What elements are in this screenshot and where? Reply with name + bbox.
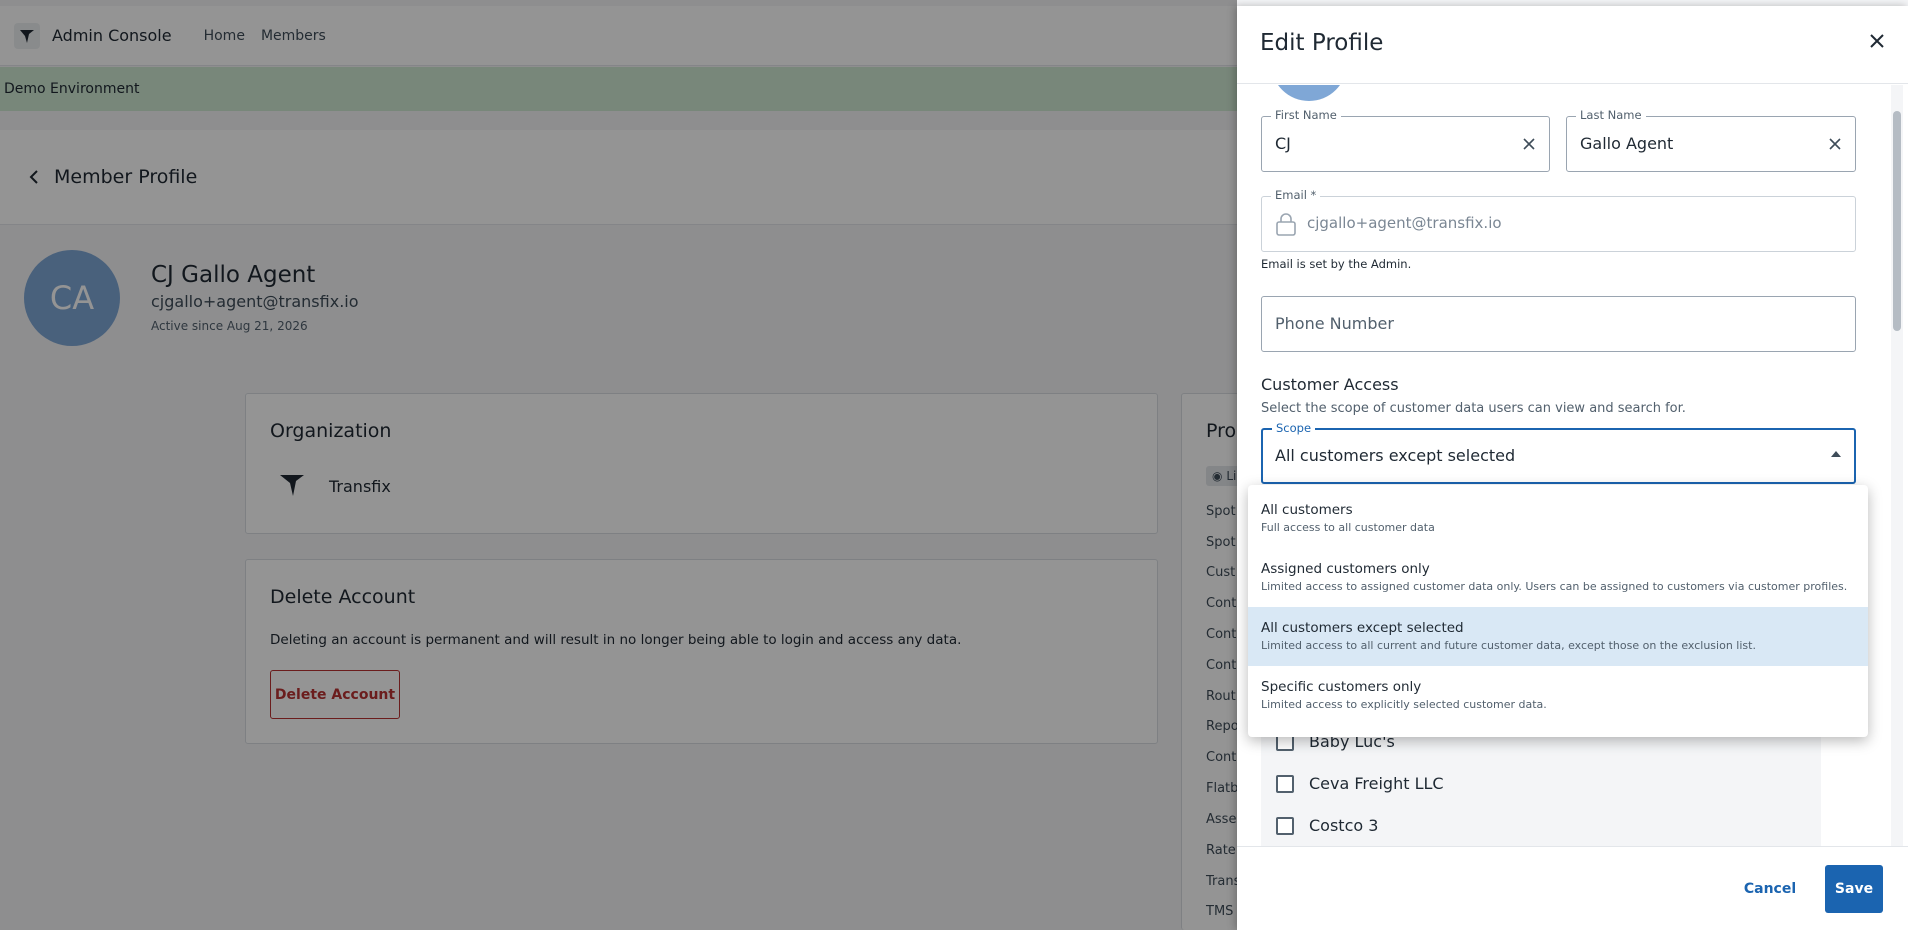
customer-label: Ceva Freight LLC (1309, 774, 1444, 793)
option-title: Assigned customers only (1261, 561, 1430, 577)
option-title: Specific customers only (1261, 679, 1422, 695)
scope-select[interactable]: Scope All customers except selected (1261, 421, 1856, 484)
customer-access-title: Customer Access (1261, 375, 1399, 394)
option-title: All customers except selected (1261, 620, 1464, 636)
scope-option-all-customers-except-selected[interactable]: All customers except selected Limited ac… (1248, 607, 1868, 666)
email-helper-text: Email is set by the Admin. (1261, 257, 1412, 271)
option-description: Limited access to all current and future… (1261, 639, 1756, 652)
close-button[interactable] (1864, 28, 1890, 54)
first-name-value[interactable]: CJ (1275, 134, 1291, 153)
customer-access-subtitle: Select the scope of customer data users … (1261, 401, 1686, 416)
drawer-header: Edit Profile (1237, 6, 1908, 84)
first-name-label: First Name (1271, 108, 1341, 122)
email-label: Email * (1271, 188, 1321, 202)
email-field: Email * cjgallo+agent@transfix.io (1261, 188, 1856, 252)
scope-dropdown-menu: All customers Full access to all custome… (1248, 485, 1868, 737)
list-item[interactable]: Ceva Freight LLC (1276, 774, 1444, 793)
modal-backdrop[interactable] (0, 0, 1237, 930)
first-name-field[interactable]: First Name CJ (1261, 108, 1550, 172)
close-icon (1870, 34, 1884, 48)
option-description: Limited access to assigned customer data… (1261, 580, 1848, 593)
lock-icon (1276, 213, 1296, 236)
customer-label: Costco 3 (1309, 816, 1379, 835)
cancel-button[interactable]: Cancel (1737, 871, 1803, 907)
customer-checkbox[interactable] (1276, 774, 1294, 793)
list-item[interactable]: Costco 3 (1276, 816, 1378, 835)
option-description: Limited access to explicitly selected cu… (1261, 698, 1547, 711)
clear-icon[interactable] (1517, 132, 1541, 156)
drawer-title: Edit Profile (1260, 30, 1384, 56)
last-name-value[interactable]: Gallo Agent (1580, 134, 1673, 153)
scope-option-assigned-customers-only[interactable]: Assigned customers only Limited access t… (1248, 548, 1868, 607)
scope-label: Scope (1272, 421, 1316, 435)
save-button[interactable]: Save (1825, 865, 1883, 913)
option-description: Full access to all customer data (1261, 521, 1435, 534)
scope-selected-value: All customers except selected (1275, 446, 1516, 465)
avatar (1271, 85, 1347, 101)
drawer-footer: Cancel Save (1237, 846, 1908, 930)
edit-profile-drawer: Edit Profile First Name CJ Last Name Gal… (1237, 6, 1908, 930)
email-value: cjgallo+agent@transfix.io (1307, 214, 1502, 232)
last-name-field[interactable]: Last Name Gallo Agent (1566, 108, 1856, 172)
last-name-label: Last Name (1576, 108, 1646, 122)
customer-checkbox[interactable] (1276, 816, 1294, 835)
caret-up-icon[interactable] (1830, 450, 1842, 458)
clear-icon[interactable] (1823, 132, 1847, 156)
option-title: All customers (1261, 502, 1353, 518)
scope-option-all-customers[interactable]: All customers Full access to all custome… (1248, 489, 1868, 548)
scope-option-specific-customers-only[interactable]: Specific customers only Limited access t… (1248, 666, 1868, 725)
scrollbar-thumb[interactable] (1893, 111, 1901, 331)
phone-number-field[interactable]: Phone Number (1261, 296, 1856, 352)
phone-number-placeholder: Phone Number (1275, 314, 1394, 333)
drawer-scrollbar[interactable] (1891, 85, 1903, 846)
